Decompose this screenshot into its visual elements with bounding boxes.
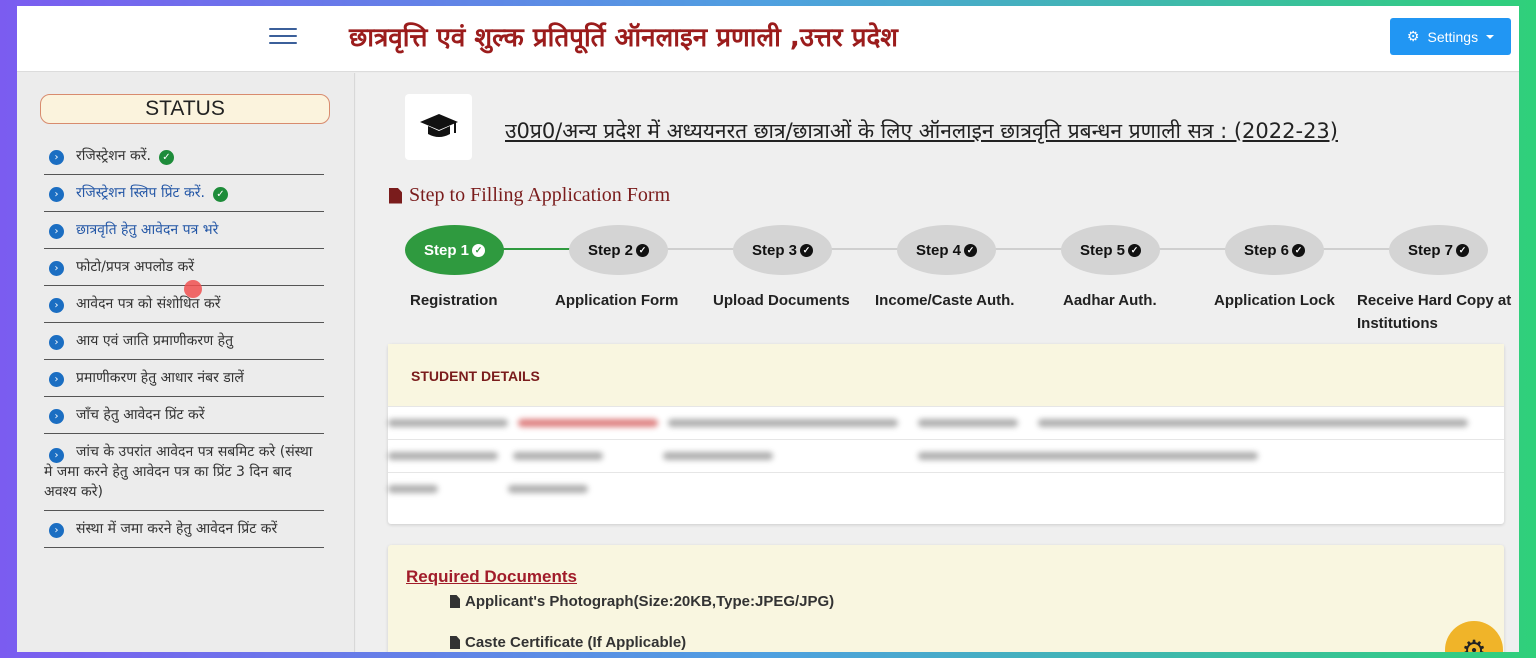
- check-icon: ✓: [158, 150, 174, 165]
- chevron-right-icon: ›: [49, 448, 64, 463]
- sidebar-item-upload-photo[interactable]: › फोटो/प्रपत्र अपलोड करें: [44, 249, 324, 286]
- chevron-right-icon: ›: [49, 372, 64, 387]
- top-header: छात्रवृत्ति एवं शुल्क प्रतिपूर्ति ऑनलाइन…: [17, 6, 1519, 72]
- gear-icon: ⚙: [1406, 28, 1420, 44]
- check-circle-icon: ✓: [1128, 243, 1141, 257]
- chevron-right-icon: ›: [49, 187, 64, 202]
- main-content: उ0प्र0/अन्य प्रदेश में अध्ययनरत छात्र/छा…: [356, 73, 1519, 652]
- chevron-right-icon: ›: [49, 224, 64, 239]
- sidebar-item-aadhar[interactable]: › प्रमाणीकरण हेतु आधार नंबर डालें: [44, 360, 324, 397]
- step-5-button[interactable]: Step 5 ✓: [1061, 225, 1160, 275]
- doc-item: Caste Certificate (If Applicable): [450, 634, 686, 651]
- check-circle-icon: ✓: [636, 243, 649, 257]
- sidebar-item-label: प्रमाणीकरण हेतु आधार नंबर डालें: [76, 370, 244, 386]
- step-caption: Aadhar Auth.: [1063, 292, 1157, 309]
- caret-down-icon: [1486, 34, 1495, 39]
- graduation-cap-icon: [405, 94, 472, 160]
- step-label: Step 2: [587, 241, 633, 259]
- chevron-right-icon: ›: [49, 409, 64, 424]
- step-3-button[interactable]: Step 3 ✓: [733, 225, 832, 275]
- sidebar-item-label: जांच के उपरांत आवेदन पत्र सबमिट करे (संस…: [44, 444, 313, 500]
- menu-toggle-icon[interactable]: [269, 28, 297, 46]
- file-icon: [450, 595, 460, 608]
- chevron-right-icon: ›: [49, 335, 64, 350]
- sidebar-item-registration[interactable]: › रजिस्ट्रेशन करें. ✓: [44, 138, 324, 175]
- step-caption: Application Lock: [1214, 292, 1335, 309]
- app-frame: छात्रवृत्ति एवं शुल्क प्रतिपूर्ति ऑनलाइन…: [17, 6, 1519, 652]
- required-documents-title: Required Documents: [406, 567, 577, 586]
- site-title: छात्रवृत्ति एवं शुल्क प्रतिपूर्ति ऑनलाइन…: [349, 23, 898, 53]
- step-label: Step 5: [1079, 241, 1125, 259]
- chevron-right-icon: ›: [49, 261, 64, 276]
- document-icon: [389, 187, 402, 204]
- file-icon: [450, 636, 460, 649]
- chevron-right-icon: ›: [49, 523, 64, 538]
- required-documents-card: Required Documents Applicant's Photograp…: [388, 545, 1504, 652]
- step-label: Step 3: [751, 241, 797, 259]
- step-4-button[interactable]: Step 4 ✓: [897, 225, 996, 275]
- status-heading: STATUS: [40, 94, 330, 124]
- check-circle-icon: ✓: [800, 243, 813, 257]
- check-circle-icon: ✓: [1456, 243, 1469, 257]
- student-details-card: STUDENT DETAILS: [388, 344, 1504, 524]
- sidebar-item-label: आय एवं जाति प्रमाणीकरण हेतु: [76, 333, 234, 349]
- check-circle-icon: ✓: [472, 243, 485, 257]
- sidebar-item-submit[interactable]: › जांच के उपरांत आवेदन पत्र सबमिट करे (स…: [44, 434, 324, 511]
- steps-heading: Step to Filling Application Form: [389, 184, 670, 207]
- step-2-button[interactable]: Step 2 ✓: [569, 225, 668, 275]
- step-caption: Receive Hard Copy at Institutions: [1357, 292, 1512, 332]
- sidebar-item-label: रजिस्ट्रेशन करें.: [76, 148, 151, 164]
- status-sidebar: STATUS › रजिस्ट्रेशन करें. ✓ › रजिस्ट्रेश…: [17, 73, 355, 652]
- sidebar-item-label: रजिस्ट्रेशन स्लिप प्रिंट करें.: [76, 185, 205, 201]
- redacted-row: [388, 406, 1504, 439]
- step-label: Step 4: [915, 241, 961, 259]
- redacted-row: [388, 472, 1504, 505]
- page-title: उ0प्र0/अन्य प्रदेश में अध्ययनरत छात्र/छा…: [505, 119, 1338, 143]
- step-caption: Income/Caste Auth.: [875, 292, 1015, 309]
- doc-item-label: Caste Certificate (If Applicable): [465, 634, 687, 651]
- step-label: Step 1: [423, 241, 469, 259]
- check-circle-icon: ✓: [1292, 243, 1305, 257]
- steps-heading-text: Step to Filling Application Form: [409, 184, 671, 206]
- settings-label: Settings: [1427, 28, 1479, 45]
- sidebar-item-label: छात्रवृति हेतु आवेदन पत्र भरे: [76, 222, 219, 238]
- step-label: Step 7: [1407, 241, 1453, 259]
- check-icon: ✓: [212, 187, 228, 202]
- sidebar-item-label: संस्था में जमा करने हेतु आवेदन प्रिंट कर…: [76, 521, 278, 537]
- sidebar-item-fill-application[interactable]: › छात्रवृति हेतु आवेदन पत्र भरे: [44, 212, 324, 249]
- step-1-button[interactable]: Step 1 ✓: [405, 225, 504, 275]
- sidebar-item-print-institution[interactable]: › संस्था में जमा करने हेतु आवेदन प्रिंट …: [44, 511, 324, 548]
- sidebar-item-label: फोटो/प्रपत्र अपलोड करें: [76, 259, 195, 275]
- redacted-row: [388, 439, 1504, 472]
- student-details-title: STUDENT DETAILS: [388, 344, 1504, 406]
- status-list: › रजिस्ट्रेशन करें. ✓ › रजिस्ट्रेशन स्लिप…: [44, 138, 324, 548]
- sidebar-item-label: आवेदन पत्र को संशोधित करें: [76, 296, 221, 312]
- sidebar-item-label: जाँच हेतु आवेदन प्रिंट करें: [76, 407, 205, 423]
- mouse-cursor-indicator: [184, 280, 202, 298]
- step-caption: Registration: [410, 292, 498, 309]
- doc-item: Applicant's Photograph(Size:20KB,Type:JP…: [450, 593, 834, 610]
- sidebar-item-print-slip[interactable]: › रजिस्ट्रेशन स्लिप प्रिंट करें. ✓: [44, 175, 324, 212]
- sidebar-item-income-caste[interactable]: › आय एवं जाति प्रमाणीकरण हेतु: [44, 323, 324, 360]
- sidebar-item-print-check[interactable]: › जाँच हेतु आवेदन प्रिंट करें: [44, 397, 324, 434]
- step-label: Step 6: [1243, 241, 1289, 259]
- settings-button[interactable]: ⚙ Settings: [1390, 18, 1511, 55]
- step-7-button[interactable]: Step 7 ✓: [1389, 225, 1488, 275]
- chevron-right-icon: ›: [49, 150, 64, 165]
- doc-item-label: Applicant's Photograph(Size:20KB,Type:JP…: [465, 593, 835, 610]
- steps-connector-done: [496, 248, 570, 250]
- check-circle-icon: ✓: [964, 243, 977, 257]
- step-6-button[interactable]: Step 6 ✓: [1225, 225, 1324, 275]
- step-caption: Upload Documents: [713, 292, 850, 309]
- chevron-right-icon: ›: [49, 298, 64, 313]
- step-caption: Application Form: [555, 292, 679, 309]
